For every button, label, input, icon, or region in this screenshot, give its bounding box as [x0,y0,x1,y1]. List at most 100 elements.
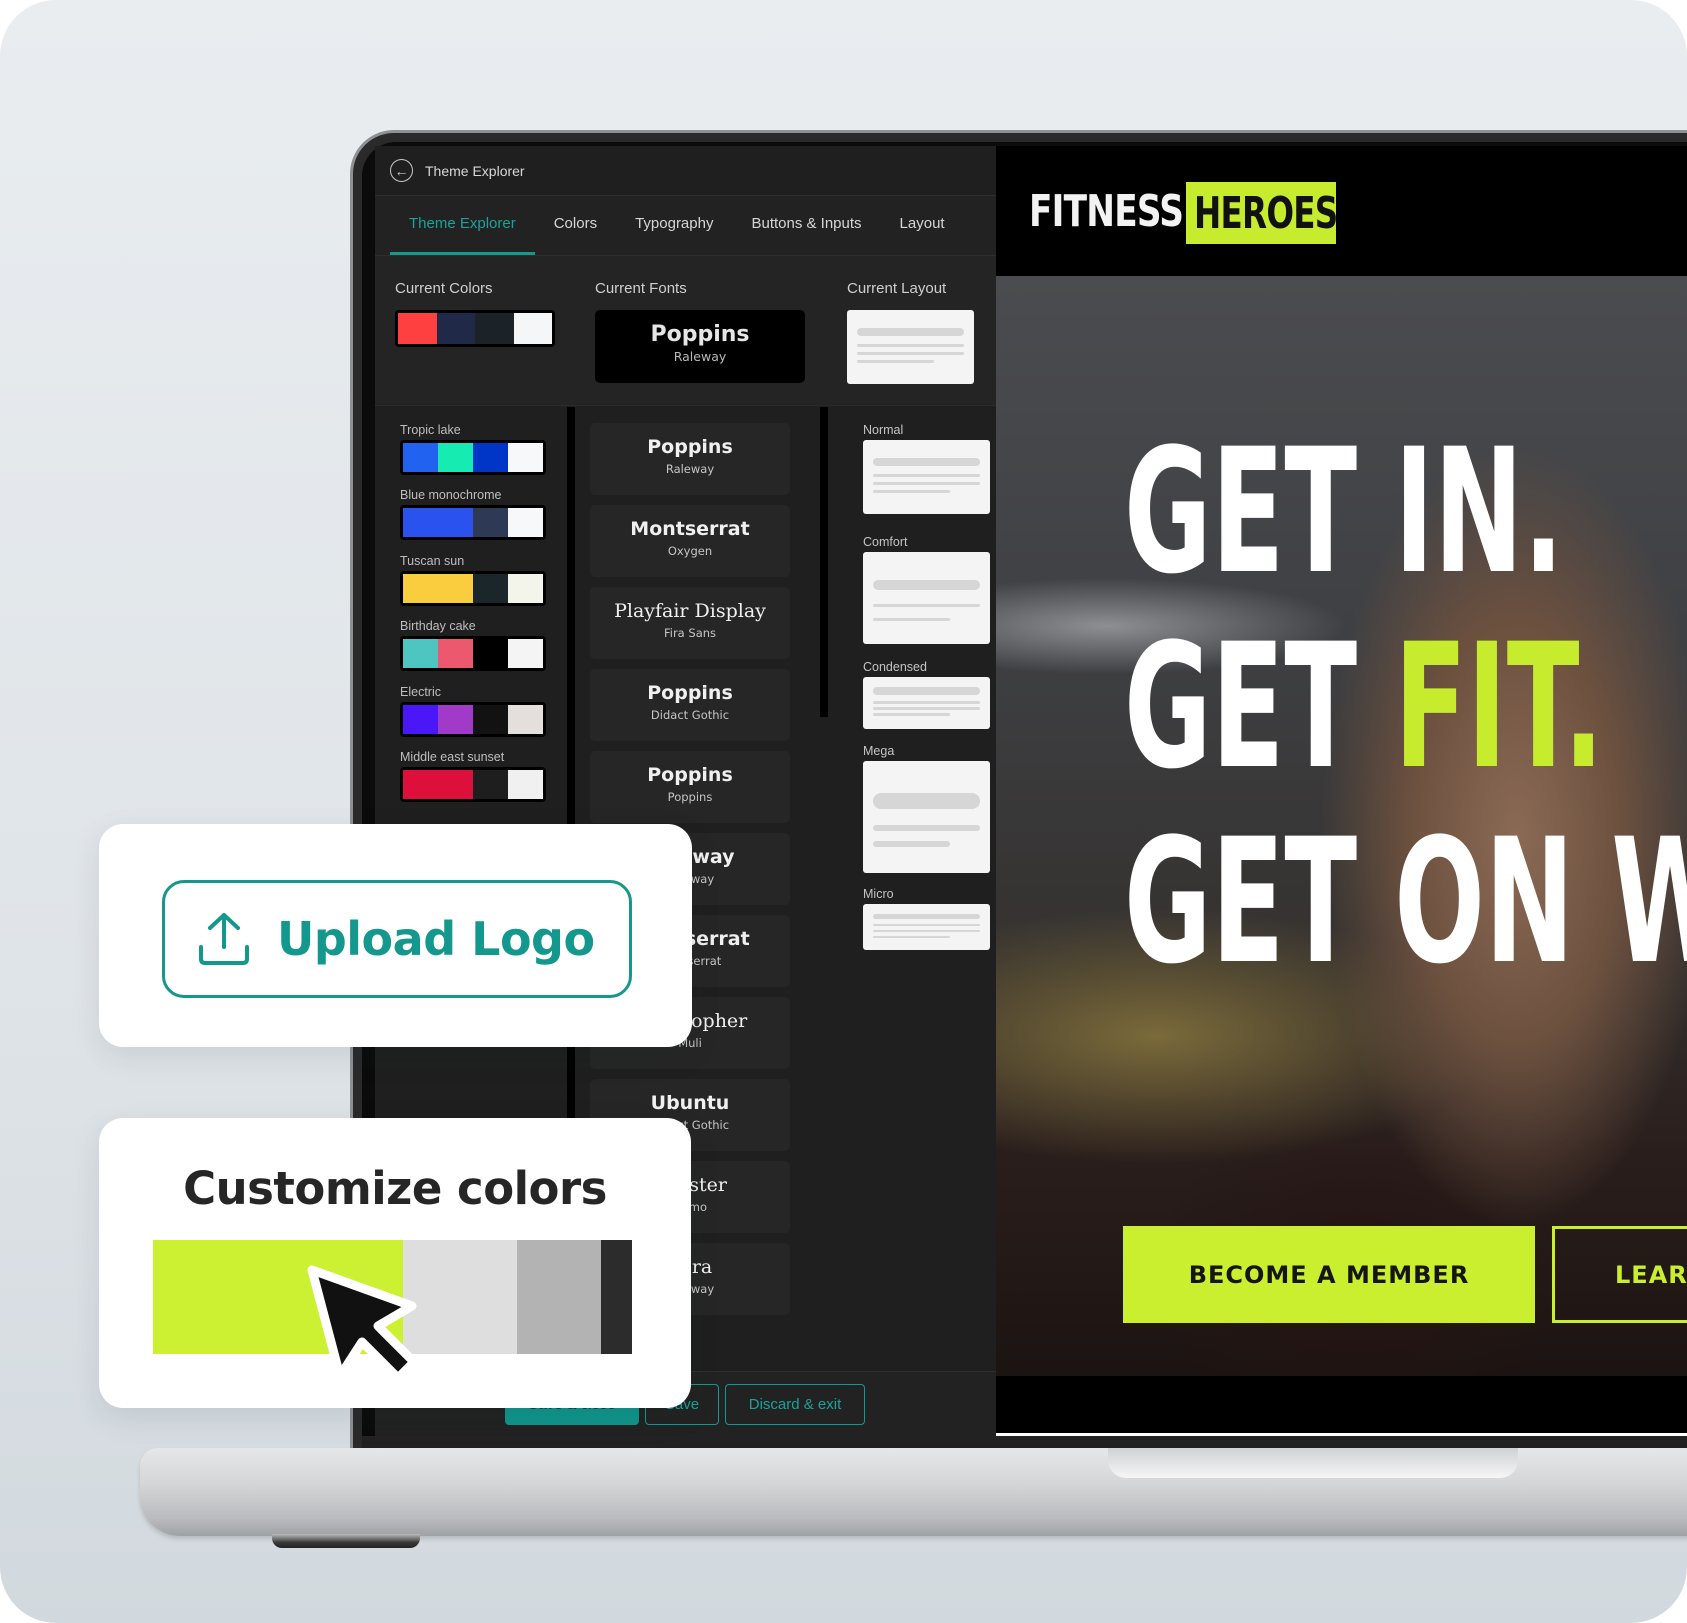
website-preview: FITNESS HEROES GET IN. GET FIT. GET ON W… [996,146,1687,1436]
palette-name: Middle east sunset [400,750,505,764]
palette-swatch[interactable] [400,636,546,671]
custom-color-chip[interactable] [517,1240,602,1354]
current-color-chip [475,313,514,344]
layout-name: Micro [863,887,894,901]
site-logo-fitness[interactable]: FITNESS [1029,186,1184,237]
font-primary-name: Poppins [647,764,733,786]
font-primary-name: Ubuntu [650,1092,730,1114]
font-pair-item[interactable]: Poppins Didact Gothic [590,669,790,741]
learn-more-button[interactable]: LEAR [1552,1226,1687,1323]
font-pair-item[interactable]: Poppins Raleway [590,423,790,495]
palette-color-chip [508,574,543,603]
palette-color-chip [403,705,438,734]
current-font-secondary: Raleway [673,349,727,364]
hero-section: GET IN. GET FIT. GET ON W BECOME A MEMBE… [996,276,1687,1376]
custom-color-chip[interactable] [153,1240,403,1354]
font-pair-item[interactable]: Playfair Display Fira Sans [590,587,790,659]
palette-swatch[interactable] [400,702,546,737]
layout-name: Normal [863,423,904,437]
layout-option[interactable]: Normal [863,423,990,514]
layout-option[interactable]: Condensed [863,660,990,729]
layout-list: Normal Comfort Condensed Mega Micro [837,407,996,1407]
font-pair-item[interactable]: Montserrat Oxygen [590,505,790,577]
tab-buttons-inputs[interactable]: Buttons & Inputs [732,215,880,255]
laptop-foot [272,1534,420,1548]
palette-color-chip [473,443,508,472]
palette-color-chip [473,639,508,668]
palette-item[interactable]: Birthday cake [400,619,546,671]
custom-color-chip[interactable] [402,1240,518,1354]
tab-colors[interactable]: Colors [535,215,616,255]
palette-color-chip [508,770,543,799]
palette-name: Tropic lake [400,423,461,437]
palette-color-chip [438,639,473,668]
site-navbar: FITNESS HEROES [996,146,1687,276]
palette-color-chip [508,639,543,668]
layout-thumbnail [863,440,990,514]
promo-stage: ← Theme Explorer Theme Explorer Colors T… [0,0,1687,1623]
palette-item[interactable]: Middle east sunset [400,750,546,802]
palette-color-chip [403,639,438,668]
upload-icon [199,913,249,965]
tab-layout[interactable]: Layout [881,215,964,255]
layout-option[interactable]: Micro [863,887,990,950]
current-color-chip [513,313,552,344]
palette-swatch[interactable] [400,505,546,540]
current-color-chip [398,313,437,344]
font-primary-name: Montserrat [630,518,750,540]
layout-thumbnail [863,761,990,873]
layout-option[interactable]: Mega [863,744,990,873]
laptop-notch [1108,1448,1518,1478]
discard-exit-button[interactable]: Discard & exit [725,1384,865,1425]
panel-title: Theme Explorer [425,162,525,179]
layout-name: Comfort [863,535,908,549]
palette-color-chip [403,443,438,472]
palette-item[interactable]: Tropic lake [400,423,546,475]
current-fonts-card[interactable]: Poppins Raleway [595,310,805,383]
layout-thumbnail [863,552,990,644]
font-secondary-name: Oxygen [667,544,713,558]
palette-item[interactable]: Blue monochrome [400,488,546,540]
current-colors-swatch[interactable] [395,310,555,347]
font-primary-name: Playfair Display [614,600,766,622]
palette-name: Electric [400,685,441,699]
font-list-scrollbar[interactable] [820,407,828,717]
palette-color-chip [403,770,438,799]
palette-item[interactable]: Tuscan sun [400,554,546,606]
palette-swatch[interactable] [400,571,546,606]
current-colors-label: Current Colors [395,280,493,297]
palette-swatch[interactable] [400,767,546,802]
palette-swatch[interactable] [400,440,546,475]
layout-option[interactable]: Comfort [863,535,990,644]
palette-color-chip [508,443,543,472]
current-layout-thumb[interactable] [847,310,974,384]
headline-line-2: GET FIT. [1124,621,1604,793]
font-secondary-name: Didact Gothic [650,708,730,722]
layout-name: Mega [863,744,895,758]
site-logo-heroes[interactable]: HEROES [1186,182,1338,244]
palette-color-chip [473,574,508,603]
font-pair-item[interactable]: Poppins Poppins [590,751,790,823]
headline-line-3: GET ON W [1124,801,1687,1002]
upload-logo-label: Upload Logo [277,912,595,966]
palette-color-chip [438,770,473,799]
font-secondary-name: Raleway [665,462,715,476]
palette-color-chip [508,705,543,734]
become-member-button[interactable]: BECOME A MEMBER [1123,1226,1535,1323]
tab-theme-explorer[interactable]: Theme Explorer [390,215,535,255]
current-color-chip [436,313,475,344]
palette-color-chip [473,770,508,799]
palette-item[interactable]: Electric [400,685,546,737]
palette-name: Tuscan sun [400,554,465,568]
back-arrow-icon[interactable]: ← [390,159,413,182]
layout-thumbnail [863,677,990,729]
upload-logo-button[interactable]: Upload Logo [162,880,632,998]
palette-color-chip [403,574,438,603]
panel-header: ← Theme Explorer [375,146,996,196]
palette-color-chip [438,705,473,734]
site-logo-heroes-text: HEROES [1194,187,1338,239]
customize-colors-title: Customize colors [183,1162,607,1215]
custom-color-chip[interactable] [601,1240,632,1354]
tab-typography[interactable]: Typography [616,215,732,255]
font-secondary-name: Fira Sans [663,626,717,640]
